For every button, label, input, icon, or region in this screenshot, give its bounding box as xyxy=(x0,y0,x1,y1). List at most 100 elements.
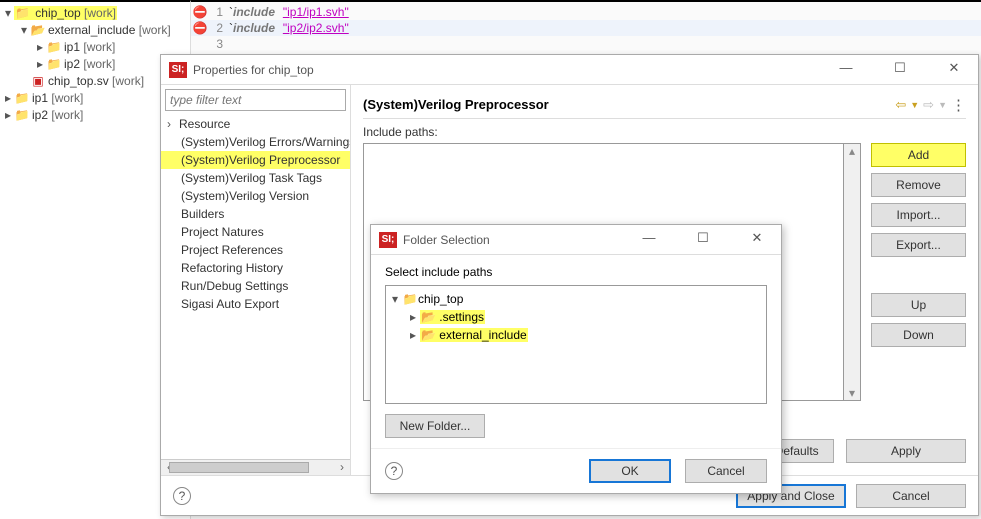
apply-button[interactable]: Apply xyxy=(846,439,966,463)
scroll-right-icon[interactable]: › xyxy=(334,460,350,475)
tree-label-suffix: [work] xyxy=(51,108,83,122)
tree-item-chip-top[interactable]: ▾ 📁 chip_top [work] xyxy=(0,4,190,21)
tree-label: ip2 xyxy=(32,108,48,122)
back-icon[interactable]: ⇦ xyxy=(895,97,906,113)
filter-input[interactable] xyxy=(165,89,346,111)
tree-label-suffix: [work] xyxy=(51,91,83,105)
folder-icon: 📁 xyxy=(46,40,62,54)
string-literal: "ip2/ip2.svh" xyxy=(283,21,349,35)
project-icon: 📁 xyxy=(15,6,30,20)
dialog-titlebar[interactable]: SI; Folder Selection — ☐ ✕ xyxy=(371,225,781,255)
help-icon[interactable]: ? xyxy=(173,487,191,505)
tree-label: chip_top.sv xyxy=(48,74,109,88)
editor-line[interactable]: ⛔ 2 `include "ip2/ip2.svh" xyxy=(191,20,981,36)
folder-tree-item-settings[interactable]: ▸ 📂 .settings xyxy=(388,308,764,326)
category-errors[interactable]: (System)Verilog Errors/Warnings xyxy=(161,133,350,151)
category-label: Run/Debug Settings xyxy=(181,279,288,293)
editor-line[interactable]: 3 xyxy=(191,36,981,52)
down-button[interactable]: Down xyxy=(871,323,966,347)
tree-item-external-include[interactable]: ▾ 📂 external_include [work] xyxy=(0,21,190,38)
category-rundebug[interactable]: Run/Debug Settings xyxy=(161,277,350,295)
help-icon[interactable]: ? xyxy=(385,462,403,480)
editor-line[interactable]: ⛔ 1 `include "ip1/ip1.svh" xyxy=(191,4,981,20)
dialog-titlebar[interactable]: SI; Properties for chip_top — ☐ ✕ xyxy=(161,55,978,85)
project-icon: 📁 xyxy=(14,91,30,105)
folder-tree[interactable]: ▾ 📁 chip_top ▸ 📂 .settings ▸ 📂 external_… xyxy=(385,285,767,404)
horizontal-scrollbar[interactable]: ‹ › xyxy=(161,459,350,475)
cancel-button[interactable]: Cancel xyxy=(856,484,966,508)
category-label: (System)Verilog Errors/Warnings xyxy=(181,135,350,149)
maximize-button[interactable]: ☐ xyxy=(884,60,916,80)
category-refs[interactable]: Project References xyxy=(161,241,350,259)
chevron-right-icon[interactable]: ▸ xyxy=(406,310,420,324)
category-version[interactable]: (System)Verilog Version xyxy=(161,187,350,205)
scroll-up-icon[interactable]: ▴ xyxy=(849,144,855,158)
vertical-scrollbar[interactable]: ▴ ▾ xyxy=(844,143,861,401)
project-icon: 📁 xyxy=(14,108,30,122)
category-preprocessor[interactable]: (System)Verilog Preprocessor xyxy=(161,151,350,169)
category-natures[interactable]: Project Natures xyxy=(161,223,350,241)
export-button[interactable]: Export... xyxy=(871,233,966,257)
category-builders[interactable]: Builders xyxy=(161,205,350,223)
tree-label-suffix: [work] xyxy=(139,23,171,37)
chevron-down-icon[interactable]: ▾ xyxy=(388,292,402,306)
category-sigasi[interactable]: Sigasi Auto Export xyxy=(161,295,350,313)
ok-button[interactable]: OK xyxy=(589,459,671,483)
category-refactor[interactable]: Refactoring History xyxy=(161,259,350,277)
maximize-button[interactable]: ☐ xyxy=(687,230,719,250)
category-label: Refactoring History xyxy=(181,261,283,275)
folder-icon: 📁 xyxy=(46,57,62,71)
import-button[interactable]: Import... xyxy=(871,203,966,227)
tree-label-suffix: [work] xyxy=(83,40,115,54)
dropdown-icon[interactable]: ▼ xyxy=(910,100,919,110)
tree-label: ip2 xyxy=(64,57,80,71)
project-icon: 📁 xyxy=(402,292,418,306)
add-button[interactable]: Add xyxy=(871,143,966,167)
error-marker-icon[interactable]: ⛔ xyxy=(191,21,209,35)
chevron-right-icon[interactable]: ▸ xyxy=(2,91,14,105)
folder-icon: 📂 xyxy=(421,328,436,342)
folder-tree-item-root[interactable]: ▾ 📁 chip_top xyxy=(388,290,764,308)
chevron-down-icon[interactable]: ▾ xyxy=(18,23,30,37)
keyword: include xyxy=(233,5,275,19)
error-marker-icon[interactable]: ⛔ xyxy=(191,5,209,19)
chevron-right-icon[interactable]: ▸ xyxy=(34,40,46,54)
select-paths-label: Select include paths xyxy=(385,265,767,279)
chevron-right-icon[interactable]: ▸ xyxy=(34,57,46,71)
up-button[interactable]: Up xyxy=(871,293,966,317)
folder-label: external_include xyxy=(439,328,526,342)
menu-icon[interactable]: ⋮ xyxy=(951,96,966,114)
cancel-button[interactable]: Cancel xyxy=(685,459,767,483)
chevron-down-icon[interactable]: ▾ xyxy=(2,6,14,20)
line-number: 1 xyxy=(209,5,229,19)
minimize-button[interactable]: — xyxy=(633,230,665,250)
include-paths-label: Include paths: xyxy=(363,125,966,139)
folder-tree-item-external-include[interactable]: ▸ 📂 external_include xyxy=(388,326,764,344)
folder-icon: 📂 xyxy=(421,310,436,324)
new-folder-button[interactable]: New Folder... xyxy=(385,414,485,438)
scroll-down-icon[interactable]: ▾ xyxy=(849,386,855,400)
chevron-right-icon[interactable]: ▸ xyxy=(406,328,420,342)
dialog-title: Properties for chip_top xyxy=(193,63,830,77)
folder-label: .settings xyxy=(439,310,484,324)
category-tasktags[interactable]: (System)Verilog Task Tags xyxy=(161,169,350,187)
dialog-title: Folder Selection xyxy=(403,233,633,247)
scrollbar-thumb[interactable] xyxy=(169,462,309,473)
minimize-button[interactable]: — xyxy=(830,60,862,80)
chevron-right-icon[interactable]: ▸ xyxy=(2,108,14,122)
category-label: Project References xyxy=(181,243,283,257)
chevron-right-icon[interactable]: › xyxy=(167,117,179,131)
category-label: Builders xyxy=(181,207,224,221)
category-resource[interactable]: ›Resource xyxy=(161,115,350,133)
remove-button[interactable]: Remove xyxy=(871,173,966,197)
spacer xyxy=(18,74,30,88)
forward-icon[interactable]: ⇨ xyxy=(923,97,934,113)
folder-selection-dialog: SI; Folder Selection — ☐ ✕ Select includ… xyxy=(370,224,782,494)
tree-item-ip1[interactable]: ▸ 📁 ip1 [work] xyxy=(0,38,190,55)
tree-label: chip_top xyxy=(35,6,80,20)
dropdown-icon[interactable]: ▼ xyxy=(938,100,947,110)
close-button[interactable]: ✕ xyxy=(741,230,773,250)
tree-label: external_include xyxy=(48,23,135,37)
close-button[interactable]: ✕ xyxy=(938,60,970,80)
category-label: Resource xyxy=(179,117,230,131)
